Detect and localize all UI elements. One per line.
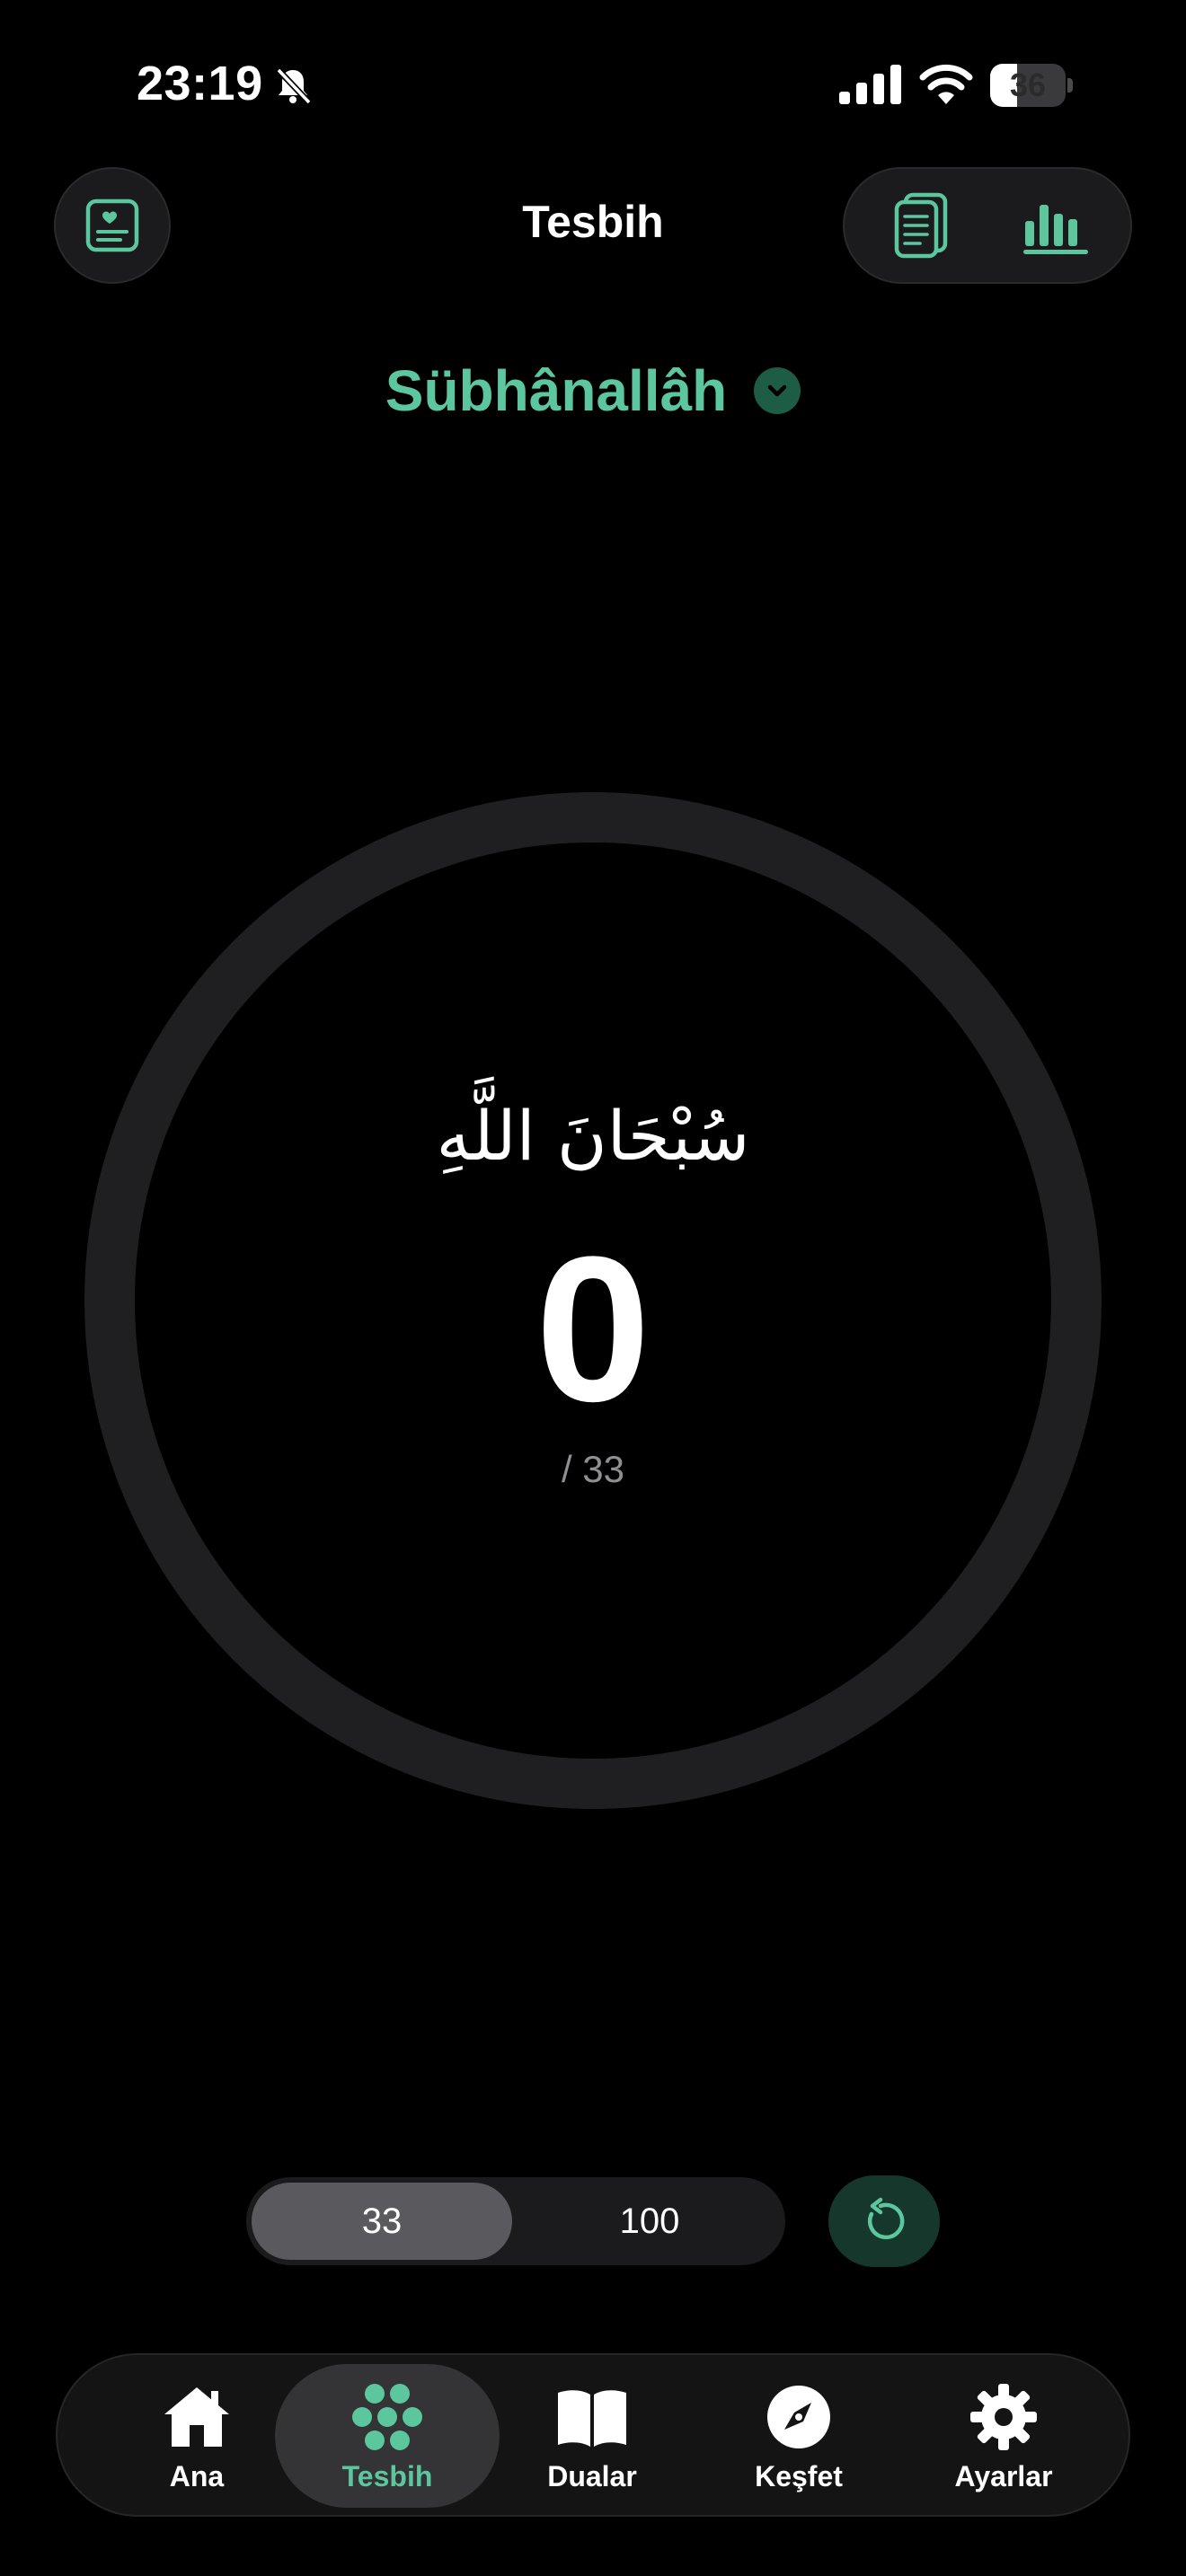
- history-button[interactable]: [854, 169, 988, 282]
- target-option-33[interactable]: 33: [252, 2183, 512, 2260]
- prayer-beads-icon: [352, 2383, 422, 2450]
- tab-ayarlar[interactable]: Ayarlar: [891, 2364, 1116, 2508]
- page-title: Tesbih: [522, 197, 664, 247]
- tab-label-dualar: Dualar: [547, 2459, 637, 2492]
- gear-icon: [970, 2383, 1037, 2450]
- tab-kesfet[interactable]: Keşfet: [686, 2364, 911, 2508]
- open-book-icon: [558, 2389, 626, 2447]
- target-option-100[interactable]: 100: [519, 2183, 780, 2260]
- status-time: 23:19: [137, 57, 263, 110]
- tab-tesbih[interactable]: Tesbih: [275, 2364, 500, 2508]
- dhikr-selector[interactable]: Sübhânallâh: [377, 350, 809, 431]
- reset-button[interactable]: [828, 2175, 940, 2267]
- battery-level: 36: [1009, 66, 1047, 103]
- count-value: 0: [535, 1213, 651, 1444]
- chevron-down-icon: [754, 367, 801, 414]
- tab-label-home: Ana: [169, 2459, 225, 2492]
- cellular-signal-icon: [839, 65, 901, 104]
- home-icon: [164, 2386, 229, 2447]
- tab-label-kesfet: Keşfet: [755, 2459, 843, 2492]
- header-actions: [843, 167, 1132, 284]
- tab-label-ayarlar: Ayarlar: [954, 2459, 1053, 2492]
- wifi-icon: [919, 64, 973, 104]
- tab-bar: Ana Tesbih Dualar Keşfet Ayarlar: [56, 2353, 1130, 2517]
- bell-slash-icon: [276, 67, 312, 105]
- tab-label-tesbih: Tesbih: [341, 2459, 433, 2492]
- statistics-button[interactable]: [988, 169, 1123, 282]
- dhikr-name: Sübhânallâh: [385, 358, 728, 423]
- dhikr-arabic: سُبْحَانَ اللَّهِ: [436, 1096, 750, 1176]
- bar-chart-icon: [1023, 205, 1088, 254]
- compass-icon: [767, 2385, 830, 2448]
- reset-icon: [867, 2197, 905, 2240]
- battery-indicator: 36: [990, 64, 1073, 107]
- count-target: / 33: [561, 1448, 625, 1490]
- favorites-button[interactable]: [54, 167, 171, 284]
- target-selector: 33 100: [246, 2177, 785, 2265]
- heart-note-icon: [85, 198, 139, 252]
- document-icon: [894, 192, 948, 259]
- tab-dualar[interactable]: Dualar: [480, 2364, 704, 2508]
